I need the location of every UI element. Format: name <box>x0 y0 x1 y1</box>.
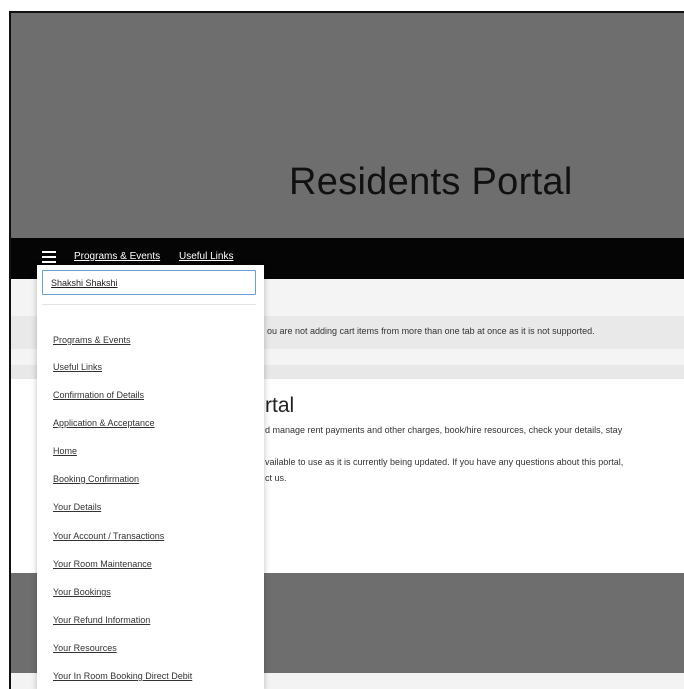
menu-item-your-refund-information[interactable]: Your Refund Information <box>53 615 150 625</box>
hero-banner: Residents Portal <box>11 13 684 238</box>
menu-item-your-account-transactions[interactable]: Your Account / Transactions <box>53 531 164 541</box>
side-menu-dropdown: Shakshi Shakshi Programs & Events Useful… <box>37 265 264 689</box>
portal-description-line: d manage rent payments and other charges… <box>265 425 623 435</box>
portal-contact-line: ct us. <box>265 473 287 483</box>
page-title: Residents Portal <box>289 161 573 203</box>
portal-update-line: vailable to use as it is currently being… <box>265 457 624 467</box>
menu-item-confirmation-of-details[interactable]: Confirmation of Details <box>53 390 144 400</box>
nav-link-useful-links[interactable]: Useful Links <box>179 251 233 262</box>
portal-heading: rtal <box>265 394 295 417</box>
menu-item-your-room-maintenance[interactable]: Your Room Maintenance <box>53 559 152 569</box>
menu-item-your-resources[interactable]: Your Resources <box>53 643 117 653</box>
menu-item-home[interactable]: Home <box>53 446 77 456</box>
menu-item-your-bookings[interactable]: Your Bookings <box>53 587 111 597</box>
cart-notice-text: ou are not adding cart items from more t… <box>267 326 595 336</box>
user-name[interactable]: Shakshi Shakshi <box>51 278 118 288</box>
user-account-link[interactable]: Shakshi Shakshi <box>42 270 256 295</box>
menu-divider <box>42 304 256 305</box>
menu-item-booking-confirmation[interactable]: Booking Confirmation <box>53 474 139 484</box>
menu-item-in-room-booking-direct-debit[interactable]: Your In Room Booking Direct Debit <box>53 671 192 681</box>
menu-item-your-details[interactable]: Your Details <box>53 502 101 512</box>
menu-item-application-acceptance[interactable]: Application & Acceptance <box>53 418 155 428</box>
hamburger-menu-icon[interactable] <box>42 251 56 263</box>
menu-item-programs-events[interactable]: Programs & Events <box>53 335 131 345</box>
menu-item-useful-links[interactable]: Useful Links <box>53 362 102 372</box>
nav-link-programs-events[interactable]: Programs & Events <box>74 251 160 262</box>
